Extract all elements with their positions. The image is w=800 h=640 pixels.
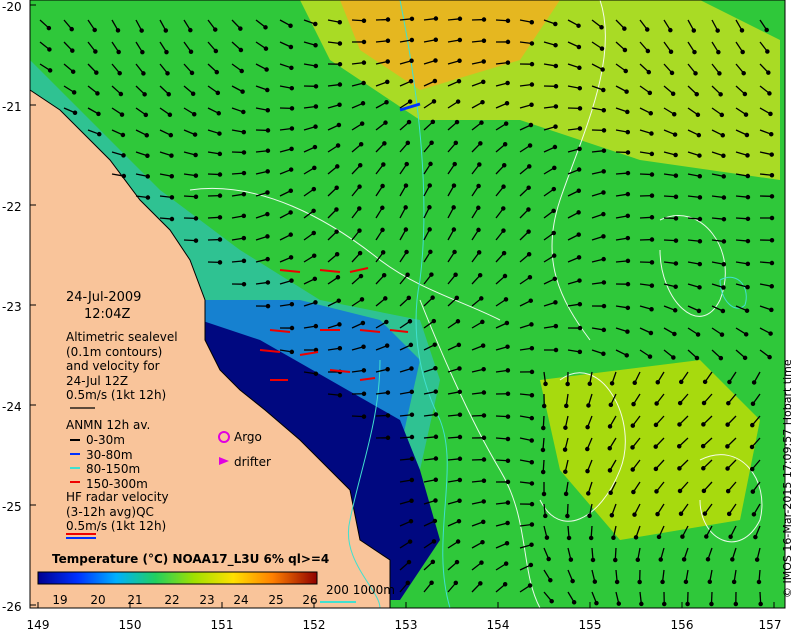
drifter-label: drifter [234, 455, 271, 469]
imos-credit: © IMOS 16-Mar-2015 17:09:57 Hobart time [781, 359, 794, 598]
colorbar-tick: 24 [233, 593, 249, 607]
lon-label: 152 [302, 618, 326, 632]
lon-label: 153 [394, 618, 418, 632]
lat-label: -26 [2, 600, 22, 614]
contour-legend: 200 1000m [326, 583, 395, 597]
lat-label: -22 [2, 200, 22, 214]
lat-label: -21 [2, 100, 22, 114]
lon-label: 149 [26, 618, 50, 632]
colorbar-tick: 23 [199, 593, 215, 607]
argo-label: Argo [234, 430, 262, 444]
lon-label: 154 [486, 618, 510, 632]
colorbar-tick: 22 [164, 593, 180, 607]
lon-label: 150 [118, 618, 142, 632]
time-label: 12:04Z [84, 307, 131, 322]
lat-label: -20 [2, 0, 22, 14]
colorbar-tick: 25 [268, 593, 284, 607]
colorbar-tick: 26 [302, 593, 318, 607]
colorbar-tick: 20 [90, 593, 106, 607]
anmn-title: ANMN 12h av. [66, 418, 151, 432]
lat-label: -23 [2, 300, 22, 314]
hf-radar-legend: HF radar velocity (3-12h avg)QC 0.5m/s (… [66, 490, 169, 533]
date-label: 24-Jul-2009 [66, 290, 142, 305]
lat-label: -24 [2, 400, 22, 414]
altimetry-legend: Altimetric sealevel (0.1m contours) and … [66, 330, 178, 402]
colorbar [37, 571, 318, 585]
lon-label: 157 [758, 618, 782, 632]
lat-label: -25 [2, 500, 22, 514]
lon-label: 155 [578, 618, 602, 632]
anmn-depth-list: 0-30m 30-80m 80-150m 150-300m [86, 433, 148, 491]
colorbar-title: Temperature (°C) NOAA17_L3U 6% ql>=4 [52, 552, 330, 566]
colorbar-tick: 21 [127, 593, 143, 607]
colorbar-tick: 19 [52, 593, 68, 607]
lon-label: 156 [670, 618, 694, 632]
lon-label: 151 [210, 618, 234, 632]
